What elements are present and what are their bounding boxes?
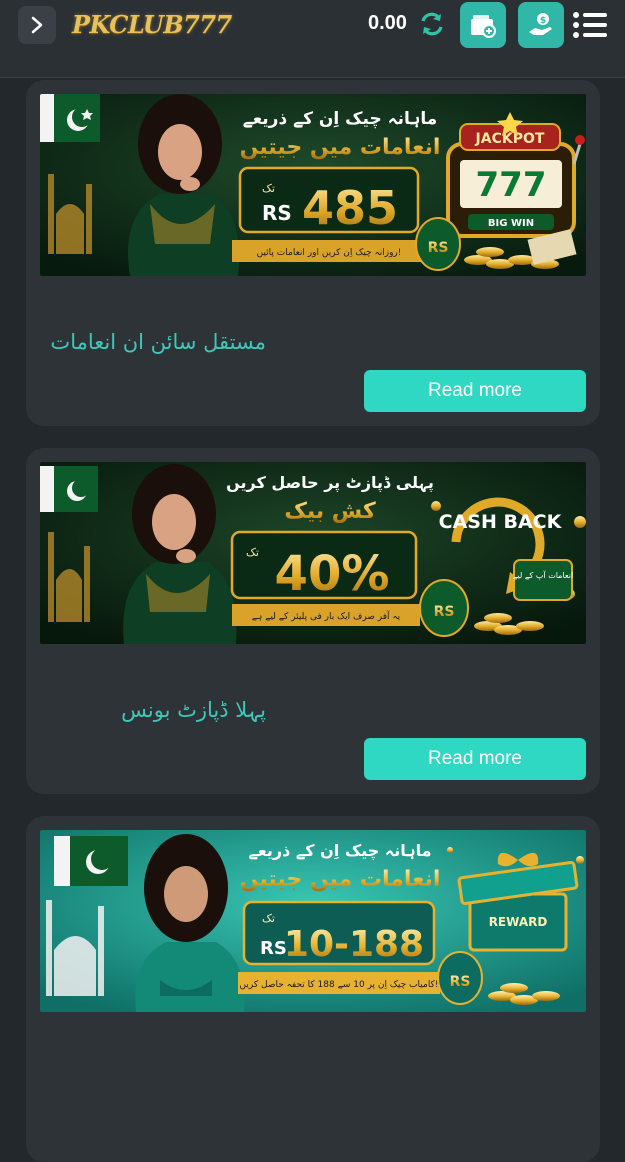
- banner-small-label: تک: [246, 546, 259, 559]
- banner-ribbon: روزانہ چیک اِن کریں اور انعامات پائیں!: [257, 248, 402, 258]
- svg-text:RS: RS: [450, 974, 471, 990]
- back-button[interactable]: [18, 6, 56, 44]
- deposit-button[interactable]: [460, 2, 506, 48]
- banner-ribbon: یہ آفر صرف ایک بار فی پلیئر کے لیے ہے: [252, 610, 401, 622]
- money-bag-icon: RS: [415, 217, 461, 271]
- promotion-title: پہلا ڈپازٹ بونس: [121, 698, 266, 722]
- banner-ribbon: کامیاب چیک اِن پر 10 سے 188 کا تحفہ حاصل…: [240, 980, 439, 990]
- banner-currency: RS: [260, 938, 287, 959]
- promotion-card: پہلی ڈپازٹ پر حاصل کریں کش بیک تک 40% یہ…: [26, 448, 600, 794]
- promotion-card: ماہانہ چیک اِن کے ذریعے انعامات میں جیتی…: [26, 816, 600, 1162]
- money-bag-icon: RS: [419, 579, 469, 637]
- withdraw-button[interactable]: $: [518, 2, 564, 48]
- cashback-label: CASH BACK: [439, 511, 563, 533]
- banner-line1: پہلی ڈپازٹ پر حاصل کریں: [226, 473, 434, 493]
- banner-side-note: انعامات آپ کے لیے: [513, 570, 573, 580]
- chevron-right-icon: [31, 16, 43, 34]
- promotion-title: مستقل سائن ان انعامات: [50, 330, 266, 354]
- banner-currency: RS: [262, 201, 292, 225]
- slot-reels: 777: [476, 165, 547, 205]
- read-more-button[interactable]: Read more: [364, 370, 586, 412]
- promotion-banner[interactable]: ماہانہ چیک اِن کے ذریعے انعامات میں جیتی…: [40, 94, 586, 276]
- banner-amount: 40%: [275, 546, 390, 602]
- read-more-button[interactable]: Read more: [364, 738, 586, 780]
- promotion-banner[interactable]: پہلی ڈپازٹ پر حاصل کریں کش بیک تک 40% یہ…: [40, 462, 586, 644]
- wallet-icon: [471, 15, 496, 38]
- svg-text:RS: RS: [434, 604, 455, 620]
- jackpot-label: JACKPOT: [475, 131, 545, 147]
- wallet-icon: انعامات آپ کے لیے: [513, 559, 573, 601]
- hand-coin-icon: $: [529, 13, 552, 35]
- banner-small-label: تک: [262, 182, 275, 195]
- svg-text:$: $: [540, 16, 546, 26]
- money-bag-icon: RS: [437, 951, 483, 1005]
- big-win-label: BIG WIN: [488, 218, 534, 229]
- hamburger-menu-icon[interactable]: [570, 8, 610, 42]
- promotion-card: ماہانہ چیک اِن کے ذریعے انعامات میں جیتی…: [26, 80, 600, 426]
- banner-line2: انعامات میں جیتیں: [240, 867, 441, 892]
- banner-amount: 485: [302, 181, 398, 235]
- site-logo[interactable]: PKCLUB777: [72, 10, 232, 42]
- promotion-banner[interactable]: ماہانہ چیک اِن کے ذریعے انعامات میں جیتی…: [40, 830, 586, 1012]
- refresh-icon[interactable]: [418, 10, 446, 38]
- pakistan-flag-icon: [54, 836, 128, 886]
- banner-line2: انعامات میں جیتیں: [240, 135, 441, 160]
- banner-line2: کش بیک: [284, 499, 376, 524]
- banner-amount: 10-188: [284, 924, 424, 965]
- pakistan-flag-icon: [40, 466, 98, 512]
- banner-line1: ماہانہ چیک اِن کے ذریعے: [243, 109, 438, 129]
- svg-text:RS: RS: [428, 240, 449, 256]
- banner-line1: ماہانہ چیک اِن کے ذریعے: [248, 841, 431, 861]
- pakistan-flag-icon: [40, 94, 100, 142]
- banner-small-label: تک: [262, 912, 275, 925]
- top-bar: PKCLUB777 0.00 $: [0, 0, 625, 78]
- reward-label: REWARD: [489, 915, 548, 929]
- wallet-balance: 0.00: [368, 12, 407, 34]
